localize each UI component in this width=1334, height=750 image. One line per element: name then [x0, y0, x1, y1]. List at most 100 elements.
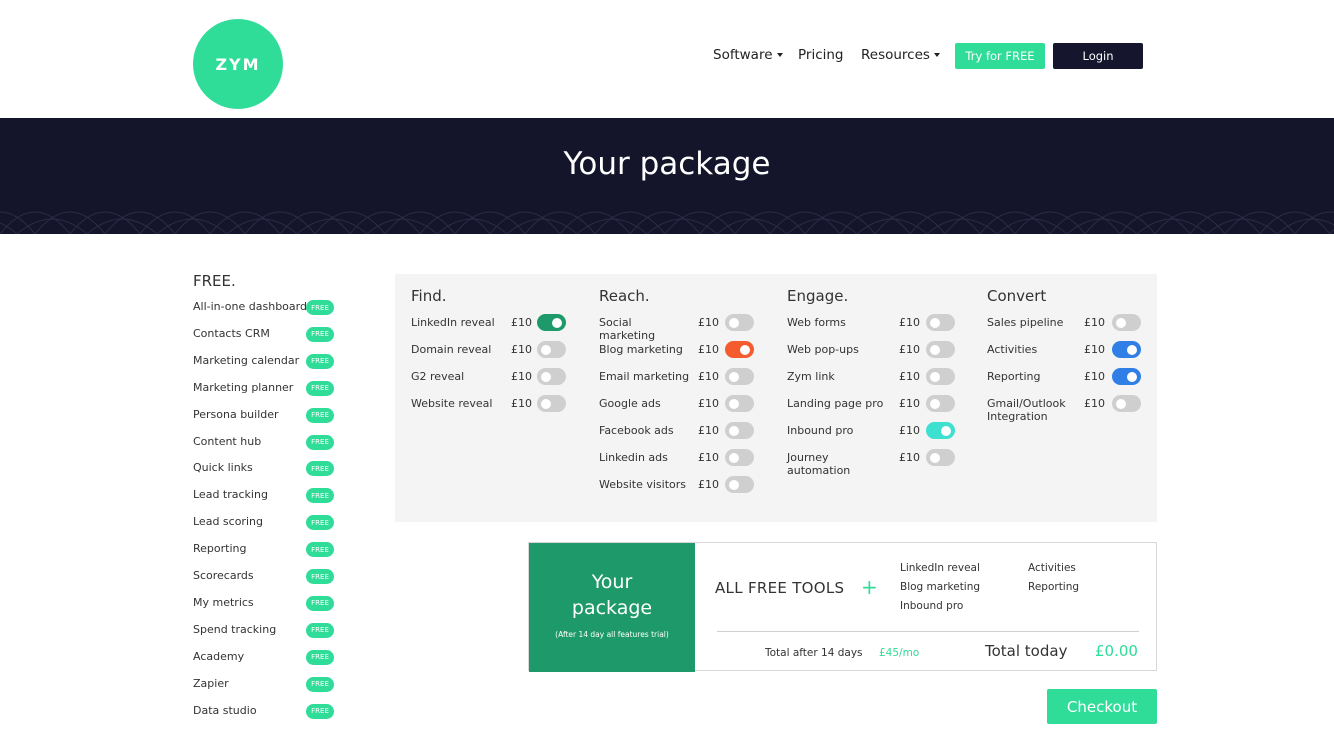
package-summary: Your package (After 14 day all features … [528, 542, 1157, 672]
free-badge: FREE [306, 353, 334, 369]
toggle-knob [552, 317, 562, 328]
tool-price: £10 [1084, 397, 1105, 410]
tool-toggle[interactable] [926, 368, 955, 385]
free-badge: FREE [306, 703, 334, 719]
total-after-value: £45/mo [879, 647, 920, 659]
free-badge: FREE [306, 542, 334, 558]
divider [717, 631, 1139, 632]
tool-price: £10 [899, 424, 920, 437]
free-tool-item: Content hub [193, 434, 262, 448]
tool-label: Domain reveal [411, 343, 492, 356]
tool-price: £10 [698, 478, 719, 491]
tool-label: Web forms [787, 316, 846, 329]
tool-toggle[interactable] [725, 422, 754, 439]
free-badge: FREE [306, 407, 334, 423]
login-button[interactable]: Login [1053, 43, 1143, 69]
tool-label: Website reveal [411, 397, 493, 410]
tool-toggle[interactable] [725, 341, 754, 358]
tools-panel: Find. LinkedIn reveal £10 Domain reveal £10 G… [395, 274, 1157, 522]
tool-label: Journey automation [787, 451, 851, 477]
free-badge: FREE [306, 676, 334, 692]
tool-toggle[interactable] [926, 314, 955, 331]
nav-pricing[interactable]: Pricing [798, 47, 844, 63]
tool-toggle[interactable] [725, 449, 754, 466]
selected-tool: Inbound pro [900, 600, 964, 612]
try-for-free-button[interactable]: Try for FREE [955, 43, 1045, 69]
tool-toggle[interactable] [725, 476, 754, 493]
toggle-knob [729, 371, 739, 382]
tool-label: Email marketing [599, 370, 690, 383]
nav-software[interactable]: Software [713, 47, 783, 63]
tool-toggle[interactable] [537, 341, 566, 358]
toggle-knob [1116, 398, 1126, 409]
tool-label: Reporting [987, 370, 1041, 383]
tool-label: LinkedIn reveal [411, 316, 495, 329]
free-tools-title: FREE. [193, 272, 236, 290]
tool-label: Google ads [599, 397, 661, 410]
selected-tool: Blog marketing [900, 581, 981, 593]
tool-price: £10 [1084, 343, 1105, 356]
free-tool-item: Spend tracking [193, 622, 277, 636]
page-banner: Your package [0, 118, 1334, 234]
tool-label: Gmail/Outlook Integration [987, 397, 1066, 423]
caret-down-icon [776, 53, 783, 57]
tool-toggle[interactable] [725, 314, 754, 331]
free-badge: FREE [306, 569, 334, 584]
zym-logo[interactable]: ZYM [193, 19, 283, 109]
free-tool-item: All-in-one dashboard [193, 300, 307, 313]
caret-down-icon [933, 53, 940, 57]
total-today-label: Total today [985, 642, 1068, 660]
toggle-knob [729, 317, 739, 328]
tool-toggle[interactable] [1112, 314, 1141, 331]
toggle-knob [541, 371, 551, 382]
tool-toggle[interactable] [926, 395, 955, 412]
tool-label: Web pop-ups [787, 343, 859, 356]
selected-tool: Activities [1028, 562, 1076, 574]
free-tool-item: Quick links [193, 461, 253, 475]
tool-price: £10 [511, 397, 532, 410]
nav-resources-label: Resources [861, 47, 930, 63]
toggle-knob [930, 317, 940, 328]
free-tool-item: Persona builder [193, 407, 279, 421]
tool-price: £10 [899, 397, 920, 410]
page-title: Your package [563, 146, 771, 182]
free-badge: FREE [306, 649, 334, 665]
nav-software-label: Software [713, 47, 773, 63]
tool-toggle[interactable] [725, 395, 754, 412]
toggle-knob [541, 344, 551, 355]
free-tool-item: Contacts CRM [193, 326, 270, 340]
column-title: Reach. [599, 287, 650, 305]
free-badge: FREE [306, 595, 334, 611]
tool-price: £10 [698, 424, 719, 437]
toggle-knob [1127, 371, 1137, 382]
free-tool-item: Reporting [193, 542, 247, 556]
tool-toggle[interactable] [1112, 368, 1141, 385]
toggle-knob [729, 479, 739, 490]
toggle-knob [1116, 317, 1126, 328]
nav-resources[interactable]: Resources [861, 47, 940, 63]
selected-tool: Reporting [1028, 581, 1080, 593]
tool-toggle[interactable] [537, 314, 566, 331]
toggle-knob [541, 398, 551, 409]
tool-toggle[interactable] [926, 422, 955, 439]
tool-label: Blog marketing [599, 343, 683, 356]
package-title-line1: Your [591, 571, 633, 593]
free-badge: FREE [306, 622, 334, 638]
tool-toggle[interactable] [537, 395, 566, 412]
tool-price: £10 [511, 316, 532, 329]
plus-icon: + [861, 575, 878, 599]
tool-toggle[interactable] [725, 368, 754, 385]
toggle-knob [941, 425, 951, 436]
tool-price: £10 [1084, 316, 1105, 329]
tool-toggle[interactable] [1112, 395, 1141, 412]
tool-toggle[interactable] [537, 368, 566, 385]
tool-label: Linkedin ads [599, 451, 668, 464]
tool-toggle[interactable] [1112, 341, 1141, 358]
tool-toggle[interactable] [926, 341, 955, 358]
package-summary-header: Your package (After 14 day all features … [529, 543, 695, 672]
tool-toggle[interactable] [926, 449, 955, 466]
tool-price: £10 [899, 343, 920, 356]
checkout-button[interactable]: Checkout [1047, 689, 1157, 724]
free-badge: FREE [306, 300, 334, 315]
tool-label: Social marketing [599, 316, 656, 342]
